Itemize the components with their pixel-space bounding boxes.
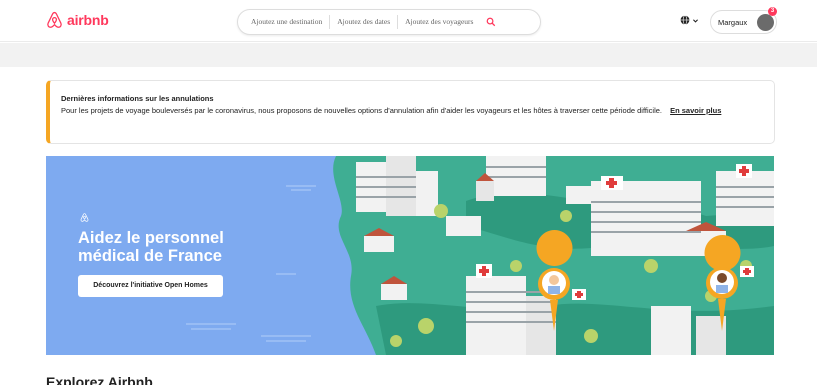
grey-band: [0, 43, 817, 67]
chevron-down-icon: [693, 18, 698, 23]
airbnb-small-logo-icon: [80, 213, 89, 222]
hero-banner: Aidez le personnel médical de France Déc…: [46, 156, 774, 355]
notification-badge: 3: [768, 7, 777, 16]
search-destination[interactable]: Ajoutez une destination: [238, 15, 331, 29]
airbnb-logo[interactable]: airbnb: [46, 11, 109, 29]
learn-more-link[interactable]: En savoir plus: [670, 106, 721, 115]
explore-heading: Explorez Airbnb: [46, 374, 153, 385]
language-selector[interactable]: [680, 15, 699, 25]
user-menu-button[interactable]: Margaux 3: [710, 7, 777, 34]
open-homes-button[interactable]: Découvrez l'initiative Open Homes: [78, 275, 223, 297]
search-dates[interactable]: Ajoutez des dates: [330, 15, 399, 29]
globe-icon: [680, 15, 690, 25]
hero-title: Aidez le personnel médical de France: [78, 229, 224, 265]
logo-text: airbnb: [67, 12, 109, 28]
info-banner-text: Pour les projets de voyage bouleversés p…: [61, 106, 662, 115]
top-navbar: airbnb Ajoutez une destination Ajoutez d…: [0, 0, 817, 42]
cancellation-info-banner: Dernières informations sur les annulatio…: [46, 80, 775, 144]
user-name: Margaux: [718, 17, 748, 27]
search-bar[interactable]: Ajoutez une destination Ajoutez des date…: [237, 9, 541, 35]
info-banner-body: Pour les projets de voyage bouleversés p…: [61, 104, 761, 117]
search-guests[interactable]: Ajoutez des voyageurs: [398, 15, 480, 29]
airbnb-logo-icon: [47, 11, 62, 28]
avatar: [757, 14, 774, 31]
search-icon[interactable]: [484, 15, 498, 29]
info-banner-title: Dernières informations sur les annulatio…: [61, 94, 214, 103]
